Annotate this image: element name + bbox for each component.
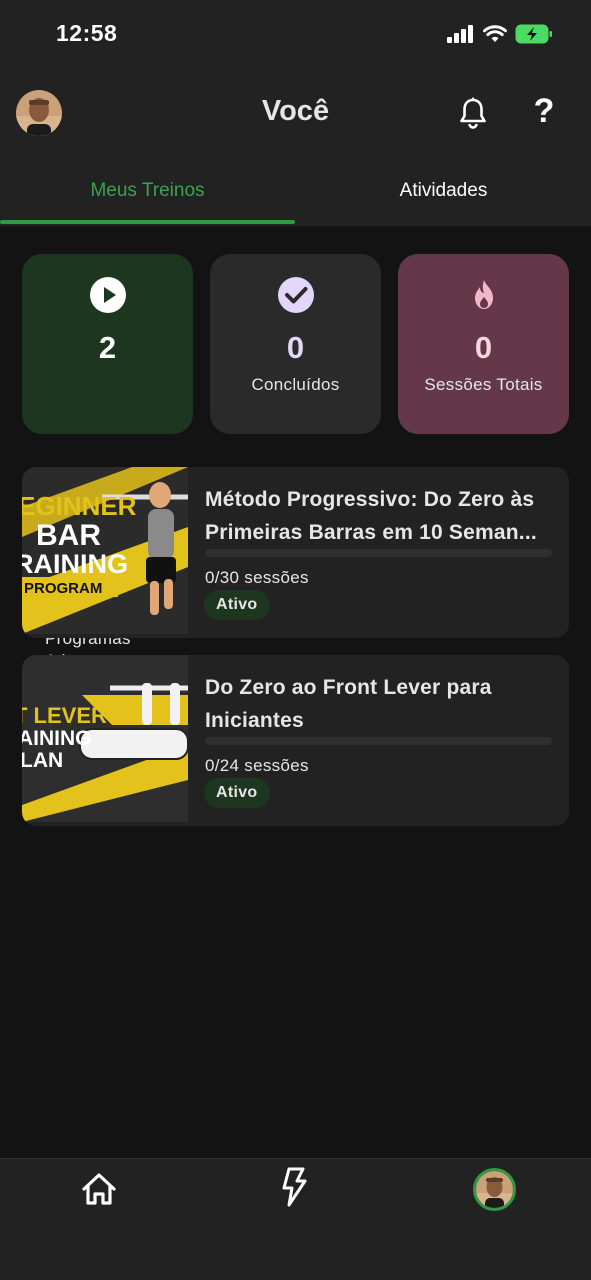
thumb-text: AINING	[22, 727, 92, 750]
page-title: Você	[261, 95, 330, 127]
home-icon[interactable]	[80, 1171, 118, 1207]
progress-bar	[205, 737, 552, 745]
stat-card-total-sessions: 0 Sessões Totais	[398, 254, 569, 434]
program-card[interactable]: EGINNER BAR RAINING PROGRAM Método Progr…	[22, 467, 569, 638]
stat-card-active-programs: 2 Programas Ativos	[22, 254, 193, 670]
status-badge: Ativo	[204, 778, 270, 808]
thumb-text: EGINNER	[22, 491, 137, 521]
stat-value: 2	[98, 330, 117, 365]
bottom-nav	[0, 1158, 591, 1280]
sessions-count: 0/24 sessões	[205, 756, 309, 775]
program-thumbnail: EGINNER BAR RAINING PROGRAM	[22, 467, 188, 634]
check-icon	[278, 277, 314, 313]
status-badge: Ativo	[204, 590, 270, 620]
flame-icon	[475, 280, 493, 309]
profile-avatar[interactable]	[473, 1168, 516, 1211]
program-card[interactable]: T LEVER AINING LAN Do Zero ao Front Leve…	[22, 655, 569, 826]
stat-label: Concluídos	[251, 375, 340, 394]
signal-icon	[447, 25, 473, 43]
wifi-icon	[483, 25, 507, 42]
sessions-count: 0/30 sessões	[205, 568, 309, 587]
app-header: Você ?	[0, 70, 591, 156]
battery-icon	[515, 24, 552, 44]
help-icon[interactable]: ?	[529, 92, 559, 131]
program-title: Do Zero ao Front Lever para Iniciantes	[205, 676, 492, 732]
status-bar: 12:58	[0, 0, 591, 70]
thumb-text: RAINING	[22, 549, 128, 579]
status-time: 12:58	[56, 20, 118, 46]
thumb-text: LAN	[22, 749, 63, 772]
program-thumbnail: T LEVER AINING LAN	[22, 655, 188, 822]
bell-icon[interactable]	[456, 96, 490, 130]
play-icon	[90, 277, 126, 313]
status-icons	[447, 24, 553, 44]
stat-label: Sessões Totais	[424, 375, 543, 394]
progress-bar	[205, 549, 552, 557]
bolt-icon[interactable]	[280, 1167, 308, 1207]
stat-value: 0	[474, 330, 493, 365]
tab-bar: Meus Treinos Atividades	[0, 156, 591, 226]
tab-active-indicator	[0, 220, 295, 224]
tab-meus-treinos[interactable]: Meus Treinos	[0, 156, 295, 226]
thumb-text: BAR	[36, 519, 101, 552]
tab-atividades[interactable]: Atividades	[296, 156, 591, 226]
thumb-text: PROGRAM	[24, 580, 102, 597]
stat-value: 0	[286, 330, 305, 365]
thumb-text: T LEVER	[22, 703, 107, 728]
program-title: Método Progressivo: Do Zero às Primeiras…	[205, 488, 537, 544]
stat-card-completed: 0 Concluídos	[210, 254, 381, 434]
